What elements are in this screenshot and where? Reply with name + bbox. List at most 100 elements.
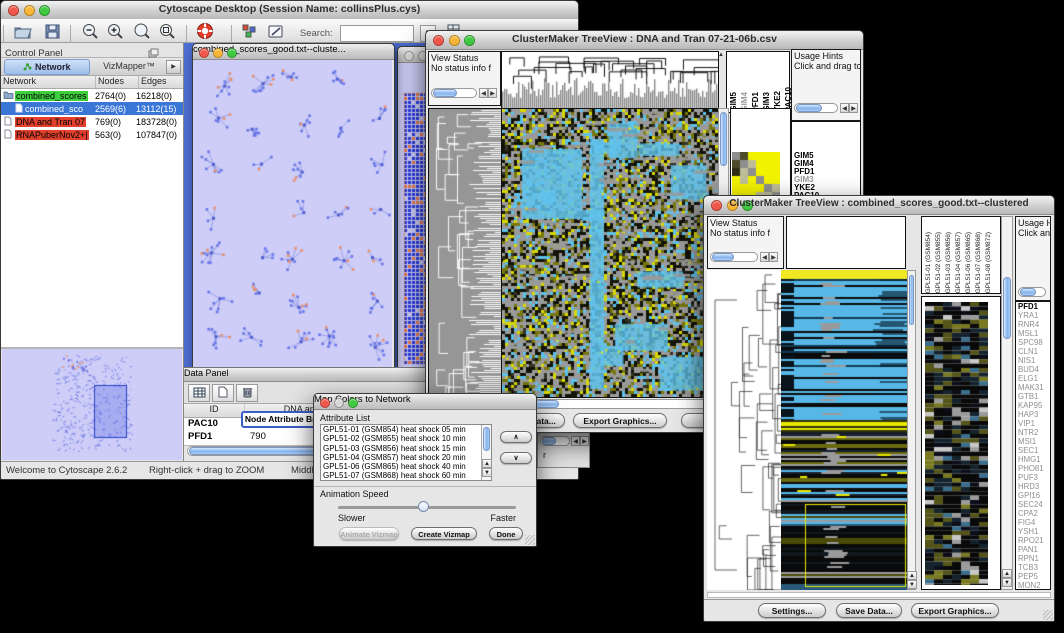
done-button[interactable]: Done — [489, 527, 523, 540]
list-item[interactable]: RPO21 — [1016, 536, 1050, 545]
close-button[interactable] — [320, 398, 330, 408]
slider-thumb[interactable] — [418, 501, 429, 512]
list-item[interactable]: NIS1 — [1016, 356, 1050, 365]
list-item[interactable]: GPL51-03 (GSM856) heat shock 15 min — [323, 444, 491, 453]
scroll-left-icon[interactable]: ◀ — [571, 436, 580, 446]
scroll-left-icon[interactable]: ◀ — [479, 88, 488, 98]
heatmap-canvas[interactable] — [781, 270, 907, 590]
list-item[interactable]: NTR2 — [1016, 428, 1050, 437]
list-item[interactable]: SPC98 — [1016, 338, 1050, 347]
list-item[interactable]: KAP95 — [1016, 401, 1050, 410]
network-overview-canvas[interactable] — [2, 349, 182, 460]
network-view-canvas[interactable] — [193, 60, 392, 369]
scroll-right-icon[interactable]: ▶ — [769, 252, 778, 262]
zoom-selected-icon[interactable] — [158, 22, 176, 45]
network-row[interactable]: combined_scores 2764(0) 16218(0) — [1, 89, 183, 102]
attribute-list[interactable]: GPL51-01 (GSM854) heat shock 05 minGPL51… — [320, 424, 492, 481]
list-item[interactable]: HAP3 — [1016, 410, 1050, 419]
settings-button[interactable]: Settings... — [758, 603, 826, 618]
main-titlebar[interactable]: Cytoscape Desktop (Session Name: collins… — [1, 1, 578, 20]
animate-vizmap-button[interactable]: Animate Vizmap — [339, 527, 399, 540]
zoom-matrix-canvas[interactable] — [732, 152, 780, 200]
network-window-1[interactable]: combined_scores_good.txt--cluste... — [192, 43, 395, 371]
list-item[interactable]: RPN1 — [1016, 554, 1050, 563]
create-vizmap-button[interactable]: Create Vizmap — [411, 527, 477, 540]
view-status-scrollbar[interactable] — [431, 88, 477, 98]
usage-hints-scrollbar[interactable] — [794, 103, 838, 113]
save-data-button[interactable]: Save Data... — [836, 603, 902, 618]
select-attributes-icon[interactable] — [188, 384, 210, 402]
scroll-left-icon[interactable]: ◀ — [840, 103, 849, 113]
list-item[interactable]: VIP1 — [1016, 419, 1050, 428]
list-item[interactable]: GPL51-02 (GSM855) heat shock 10 min — [323, 434, 491, 443]
list-item[interactable]: GPI16 — [1016, 491, 1050, 500]
zoom-heatmap-canvas[interactable] — [925, 302, 988, 585]
list-item[interactable]: GPL51-08 (GSM872) — [985, 232, 992, 293]
list-item[interactable]: GPL51-07 (GSM868) heat shock 60 min — [323, 471, 491, 480]
list-item[interactable]: YSH1 — [1016, 527, 1050, 536]
network-row[interactable]: RNAPuberNov2+| 563(0) 107847(0) — [1, 128, 183, 141]
close-button[interactable] — [404, 51, 414, 61]
list-item[interactable]: GPL51-01 (GSM854) heat shock 05 min — [323, 425, 491, 434]
scroll-right-icon[interactable]: ▶ — [488, 88, 497, 98]
list-item[interactable]: PUF3 — [1016, 473, 1050, 482]
list-item[interactable]: MSI1 — [1016, 437, 1050, 446]
list-item[interactable]: PHO81 — [1016, 464, 1050, 473]
annotation-icon[interactable] — [267, 23, 285, 45]
resize-grip[interactable] — [525, 535, 535, 545]
list-item[interactable]: ELG1 — [1016, 374, 1050, 383]
open-folder-icon[interactable] — [13, 23, 32, 45]
move-down-button[interactable]: ∨ — [500, 452, 532, 464]
row-dendrogram-canvas[interactable] — [428, 108, 502, 398]
scroll-left-icon[interactable]: ◀ — [760, 252, 769, 262]
zoom-fit-icon[interactable] — [132, 22, 151, 45]
close-button[interactable] — [199, 48, 209, 58]
minimize-button[interactable] — [334, 398, 344, 408]
list-item[interactable]: GPL51-06 (GSM865) — [965, 232, 972, 293]
tab-network[interactable]: Network — [4, 59, 90, 75]
list-item[interactable]: YRA1 — [1016, 311, 1050, 320]
speed-slider[interactable] — [338, 506, 516, 509]
scroll-right-icon[interactable]: ▶ — [849, 103, 858, 113]
view-status-scrollbar[interactable] — [710, 252, 758, 262]
tab-vizmapper[interactable]: VizMapper™ — [91, 59, 167, 73]
list-item[interactable]: TCB3 — [1016, 563, 1050, 572]
network-row[interactable]: DNA and Tran 07 769(0) 183728(0) — [1, 115, 183, 128]
scroll-up-icon[interactable]: ▲ — [1002, 569, 1012, 578]
network-tree-empty-area[interactable] — [1, 141, 183, 349]
list-item[interactable]: CPA2 — [1016, 509, 1050, 518]
column-dendrogram-canvas[interactable] — [501, 51, 719, 109]
col-nodes[interactable]: Nodes — [96, 76, 139, 88]
vizmap-nodes-icon[interactable] — [241, 23, 257, 44]
scroll-down-icon[interactable]: ▼ — [482, 468, 492, 477]
list-item[interactable]: PAN1 — [1016, 545, 1050, 554]
new-attribute-icon[interactable] — [212, 384, 234, 402]
fragment-scrollbar[interactable] — [540, 436, 570, 446]
list-item[interactable]: HRD3 — [1016, 482, 1050, 491]
list-item[interactable]: GTB1 — [1016, 392, 1050, 401]
data-col-id[interactable]: ID — [184, 404, 245, 417]
zoom-out-icon[interactable] — [81, 22, 99, 45]
zoom-button[interactable] — [348, 398, 358, 408]
list-item[interactable]: MAK31 — [1016, 383, 1050, 392]
scroll-up-icon[interactable]: ▲ — [718, 52, 724, 58]
tab-overflow-button[interactable]: ▶ — [166, 60, 181, 74]
heatmap-vscrollbar[interactable]: ▲▼ — [907, 270, 916, 590]
move-up-button[interactable]: ∧ — [500, 431, 532, 443]
scroll-down-icon[interactable]: ▼ — [907, 580, 917, 589]
list-item[interactable]: SEC1 — [1016, 446, 1050, 455]
zoom-button[interactable] — [227, 48, 237, 58]
list-item[interactable]: GPL51-01 (GSM854) — [925, 232, 932, 293]
list-item[interactable]: GPL51-04 (GSM857) — [955, 232, 962, 293]
list-item[interactable]: GPL51-04 (GSM857) heat shock 20 min — [323, 453, 491, 462]
save-icon[interactable] — [44, 23, 61, 45]
list-item[interactable]: RNR4 — [1016, 320, 1050, 329]
network-row-selected[interactable]: combined_sco 2569(6) 13112(15) — [1, 102, 183, 115]
list-item[interactable]: PEP5 — [1016, 572, 1050, 581]
list-item[interactable]: SEC24 — [1016, 500, 1050, 509]
scroll-up-icon[interactable]: ▲ — [482, 459, 492, 468]
list-item[interactable]: HMG1 — [1016, 455, 1050, 464]
search-input[interactable] — [340, 25, 414, 42]
list-item[interactable]: GPL51-07 (GSM868) — [975, 232, 982, 293]
zoom-vscrollbar[interactable]: ▲▼ — [1001, 216, 1013, 590]
